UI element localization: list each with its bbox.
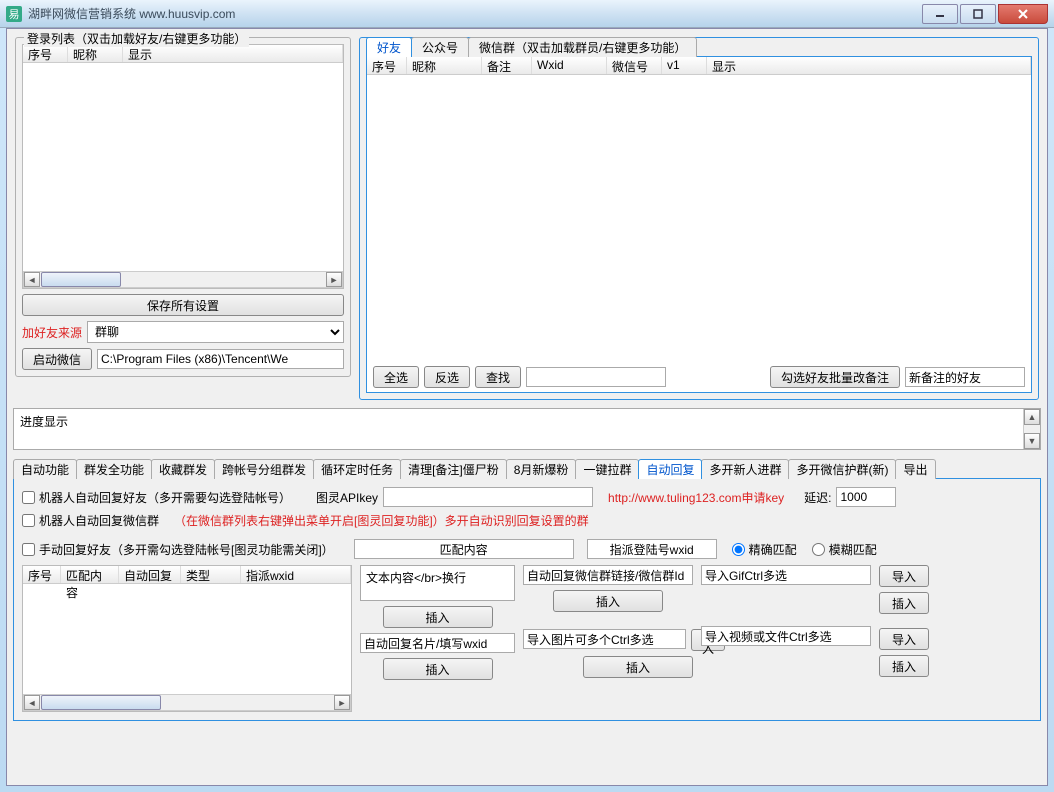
rules-hscroll[interactable]: ◄► [23,694,351,711]
th-match: 匹配内容 [61,566,119,583]
tab-loop-task[interactable]: 循环定时任务 [313,459,401,479]
minimize-button[interactable] [922,4,958,24]
progress-label: 进度显示 [20,413,68,445]
invert-select-button[interactable]: 反选 [424,366,470,388]
th-seq: 序号 [367,57,407,74]
tab-groups[interactable]: 微信群（双击加载群员/右键更多功能） [468,37,697,57]
radio-exact-match[interactable]: 精确匹配 [732,541,797,558]
reply-rules-table[interactable]: 序号 匹配内容 自动回复 类型 指派wxid ◄► [22,565,352,712]
insert-video-button[interactable]: 插入 [879,655,929,677]
th-wxid: Wxid [532,57,607,74]
api-key-input[interactable] [383,487,593,507]
close-button[interactable] [998,4,1048,24]
tab-public[interactable]: 公众号 [411,37,469,57]
add-friend-source-select[interactable]: 群聊 [87,321,344,343]
th-disp: 显示 [123,45,343,62]
add-friend-source-label: 加好友来源 [22,324,82,341]
import-image-input[interactable] [523,629,686,649]
group-link-input[interactable] [523,565,693,585]
delay-label: 延迟: [804,489,831,506]
save-settings-button[interactable]: 保存所有设置 [22,294,344,316]
import-gif-input[interactable] [701,565,871,585]
th-wechat: 微信号 [607,57,662,74]
insert-card-button[interactable]: 插入 [383,658,493,680]
progress-vscroll[interactable]: ▲▼ [1023,409,1040,449]
insert-image-button[interactable]: 插入 [583,656,693,678]
cb2-note: （在微信群列表右键弹出菜单开启[图灵回复功能]）多开自动识别回复设置的群 [174,512,589,529]
th-type: 类型 [181,566,241,583]
tab-friends[interactable]: 好友 [366,37,412,57]
tab-mass-send[interactable]: 群发全功能 [76,459,152,479]
batch-remark-button[interactable]: 勾选好友批量改备注 [770,366,900,388]
text-content-input[interactable]: 文本内容</br>换行 [360,565,515,601]
cb-robot-reply-friend[interactable]: 机器人自动回复好友（多开需要勾选登陆帐号） [22,489,291,506]
tab-auto-func[interactable]: 自动功能 [13,459,77,479]
tab-cross-account[interactable]: 跨帐号分组群发 [214,459,314,479]
insert-group-button[interactable]: 插入 [553,590,663,612]
login-list-legend: 登录列表（双击加载好友/右键更多功能） [24,30,249,47]
match-content-input[interactable] [354,539,574,559]
api-link: http://www.tuling123.com申请key [608,489,784,506]
tab-clean-zombie[interactable]: 清理[备注]僵尸粉 [400,459,507,479]
tab-export[interactable]: 导出 [895,459,935,479]
import-video-button[interactable]: 导入 [879,628,929,650]
card-wxid-input[interactable] [360,633,515,653]
window-title: 湖畔网微信营销系统 www.huusvip.com [28,5,235,22]
find-input[interactable] [526,367,666,387]
wechat-path-input[interactable] [97,349,344,369]
tab-one-key-group[interactable]: 一键拉群 [575,459,639,479]
th-v1: v1 [662,57,707,74]
th-nick: 昵称 [68,45,123,62]
radio-fuzzy-match[interactable]: 模糊匹配 [812,541,877,558]
api-key-label: 图灵APIkey [316,489,378,506]
find-button[interactable]: 查找 [475,366,521,388]
progress-display: 进度显示 ▲▼ [13,408,1041,450]
tab-auto-reply[interactable]: 自动回复 [638,459,702,479]
th-seq: 序号 [23,45,68,62]
tab-aug-fans[interactable]: 8月新爆粉 [506,459,577,479]
select-all-button[interactable]: 全选 [373,366,419,388]
start-wechat-button[interactable]: 启动微信 [22,348,92,370]
app-icon: 易 [6,6,22,22]
th-assign: 指派wxid [241,566,351,583]
delay-input[interactable] [836,487,896,507]
th-seq: 序号 [23,566,61,583]
th-nick: 昵称 [407,57,482,74]
tab-multi-protect[interactable]: 多开微信护群(新) [788,459,896,479]
insert-gif-button[interactable]: 插入 [879,592,929,614]
login-hscroll[interactable]: ◄► [23,271,343,288]
login-table[interactable]: 序号 昵称 显示 ◄► [22,44,344,289]
tab-multi-newcomer[interactable]: 多开新人进群 [701,459,789,479]
friends-table[interactable]: 序号 昵称 备注 Wxid 微信号 v1 显示 [367,57,1031,357]
cb-manual-reply[interactable]: 手动回复好友（多开需勾选登陆帐号[图灵功能需关闭]） [22,541,334,558]
th-remark: 备注 [482,57,532,74]
import-video-input[interactable] [701,626,871,646]
th-disp: 显示 [707,57,1031,74]
assign-wxid-input[interactable] [587,539,717,559]
import-gif-button[interactable]: 导入 [879,565,929,587]
tab-fav-send[interactable]: 收藏群发 [151,459,215,479]
insert-text-button[interactable]: 插入 [383,606,493,628]
th-auto: 自动回复 [119,566,181,583]
cb-robot-reply-group[interactable]: 机器人自动回复微信群 [22,512,159,529]
new-remark-input[interactable] [905,367,1025,387]
maximize-button[interactable] [960,4,996,24]
